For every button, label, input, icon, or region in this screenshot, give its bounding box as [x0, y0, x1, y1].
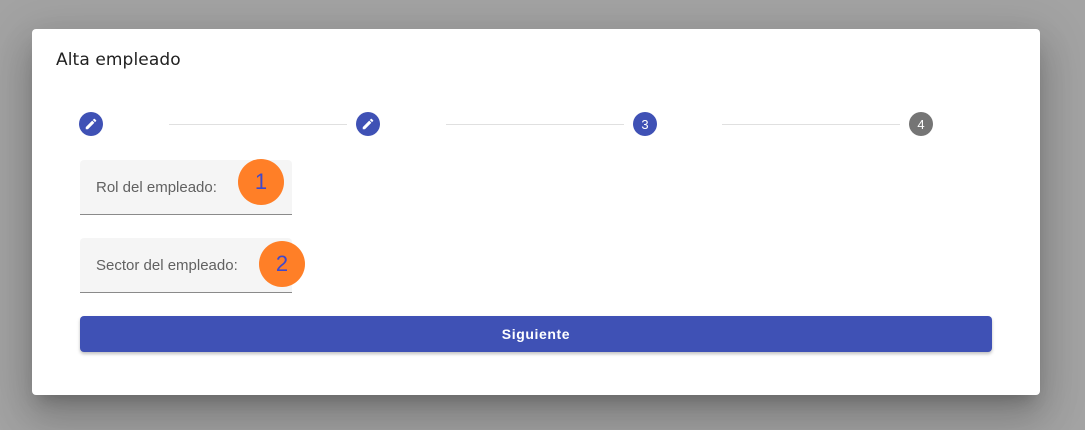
employee-dialog: Alta empleado 3 4 Rol del empleado: Sect… — [32, 29, 1040, 395]
step-3[interactable]: 3 — [633, 112, 657, 136]
stepper: 3 4 — [79, 111, 935, 137]
step-2[interactable] — [356, 112, 380, 136]
step-connector — [446, 124, 624, 125]
step-4[interactable]: 4 — [909, 112, 933, 136]
annotation-marker-1: 1 — [238, 159, 284, 205]
step-number: 3 — [641, 116, 649, 132]
step-connector — [169, 124, 347, 125]
step-connector — [722, 124, 900, 125]
pencil-icon — [84, 117, 98, 131]
annotation-marker-2: 2 — [259, 241, 305, 287]
next-button[interactable]: Siguiente — [80, 316, 992, 352]
pencil-icon — [361, 117, 375, 131]
step-1[interactable] — [79, 112, 103, 136]
dialog-title: Alta empleado — [56, 50, 181, 70]
step-number: 4 — [917, 116, 925, 132]
